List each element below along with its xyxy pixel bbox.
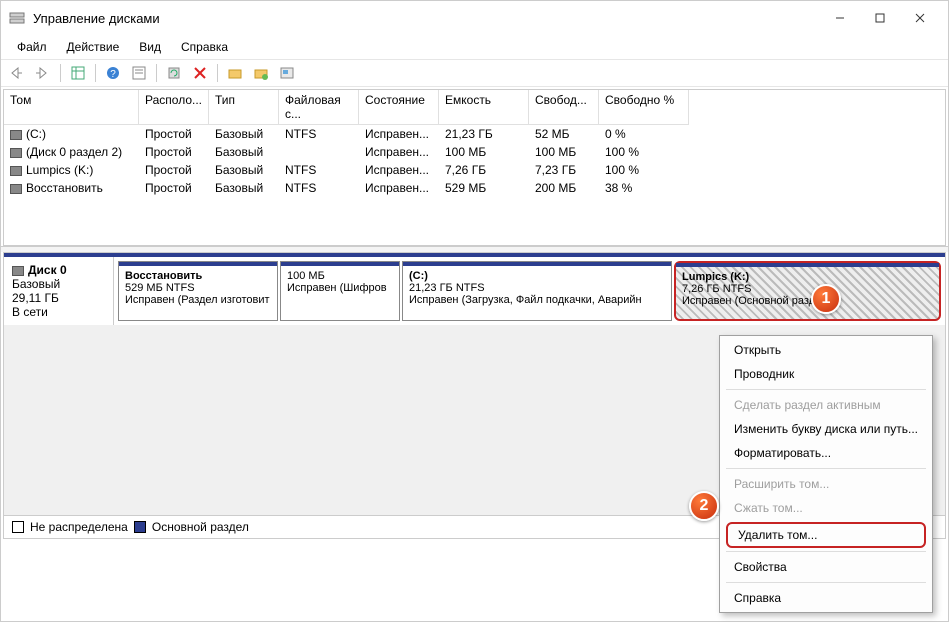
settings-icon[interactable] <box>275 62 299 84</box>
menubar: Файл Действие Вид Справка <box>1 35 948 59</box>
ctx-open[interactable]: Открыть <box>720 338 932 362</box>
table-row[interactable]: (Диск 0 раздел 2) Простой Базовый Исправ… <box>4 143 945 161</box>
new-folder-icon[interactable] <box>223 62 247 84</box>
table-row[interactable]: (C:) Простой Базовый NTFS Исправен... 21… <box>4 125 945 143</box>
minimize-button[interactable] <box>820 4 860 32</box>
menu-file[interactable]: Файл <box>9 37 55 57</box>
partition-c[interactable]: (C:) 21,23 ГБ NTFS Исправен (Загрузка, Ф… <box>402 261 672 321</box>
menu-view[interactable]: Вид <box>131 37 169 57</box>
ctx-explorer[interactable]: Проводник <box>720 362 932 386</box>
ctx-format[interactable]: Форматировать... <box>720 441 932 465</box>
ctx-delete-volume[interactable]: Удалить том... <box>726 522 926 548</box>
col-layout[interactable]: Располо... <box>139 90 209 125</box>
window-title: Управление дисками <box>33 11 820 26</box>
volume-icon <box>10 184 22 194</box>
titlebar: Управление дисками <box>1 1 948 35</box>
col-capacity[interactable]: Емкость <box>439 90 529 125</box>
col-type[interactable]: Тип <box>209 90 279 125</box>
back-icon[interactable] <box>5 62 29 84</box>
refresh-icon[interactable] <box>162 62 186 84</box>
ctx-mark-active: Сделать раздел активным <box>720 393 932 417</box>
svg-text:?: ? <box>110 69 116 80</box>
ctx-help[interactable]: Справка <box>720 586 932 610</box>
maximize-button[interactable] <box>860 4 900 32</box>
col-free[interactable]: Свобод... <box>529 90 599 125</box>
volume-table: Том Располо... Тип Файловая с... Состоян… <box>3 89 946 246</box>
context-menu: Открыть Проводник Сделать раздел активны… <box>719 335 933 613</box>
help-icon[interactable]: ? <box>101 62 125 84</box>
action-icon[interactable] <box>249 62 273 84</box>
legend-unallocated-swatch <box>12 521 24 533</box>
close-button[interactable] <box>900 4 940 32</box>
volume-icon <box>10 130 22 140</box>
volume-icon <box>10 148 22 158</box>
table-row[interactable]: Восстановить Простой Базовый NTFS Исправ… <box>4 179 945 197</box>
col-volume[interactable]: Том <box>4 90 139 125</box>
ctx-change-letter[interactable]: Изменить букву диска или путь... <box>720 417 932 441</box>
delete-icon[interactable] <box>188 62 212 84</box>
partition-efi[interactable]: 100 МБ Исправен (Шифров <box>280 261 400 321</box>
table-row[interactable]: Lumpics (K:) Простой Базовый NTFS Исправ… <box>4 161 945 179</box>
table-view-icon[interactable] <box>66 62 90 84</box>
table-header: Том Располо... Тип Файловая с... Состоян… <box>4 90 945 125</box>
properties-icon[interactable] <box>127 62 151 84</box>
forward-icon[interactable] <box>31 62 55 84</box>
table-body: (C:) Простой Базовый NTFS Исправен... 21… <box>4 125 945 245</box>
col-freep[interactable]: Свободно % <box>599 90 689 125</box>
volume-icon <box>10 166 22 176</box>
app-icon <box>9 10 25 26</box>
ctx-properties[interactable]: Свойства <box>720 555 932 579</box>
annotation-badge-2: 2 <box>689 491 719 521</box>
disk-info[interactable]: Диск 0 Базовый 29,11 ГБ В сети <box>4 257 114 325</box>
partition-recovery[interactable]: Восстановить 529 МБ NTFS Исправен (Разде… <box>118 261 278 321</box>
disk-icon <box>12 266 24 276</box>
partition-lumpics-selected[interactable]: Lumpics (K:) 7,26 ГБ NTFS Исправен (Осно… <box>674 261 941 321</box>
col-status[interactable]: Состояние <box>359 90 439 125</box>
toolbar: ? <box>1 59 948 87</box>
legend-primary-swatch <box>134 521 146 533</box>
ctx-shrink-volume: Сжать том... <box>720 496 932 520</box>
col-fs[interactable]: Файловая с... <box>279 90 359 125</box>
menu-help[interactable]: Справка <box>173 37 236 57</box>
menu-action[interactable]: Действие <box>59 37 128 57</box>
ctx-extend-volume: Расширить том... <box>720 472 932 496</box>
annotation-badge-1: 1 <box>811 284 841 314</box>
legend-primary-label: Основной раздел <box>152 520 249 534</box>
legend-unallocated-label: Не распределена <box>30 520 128 534</box>
